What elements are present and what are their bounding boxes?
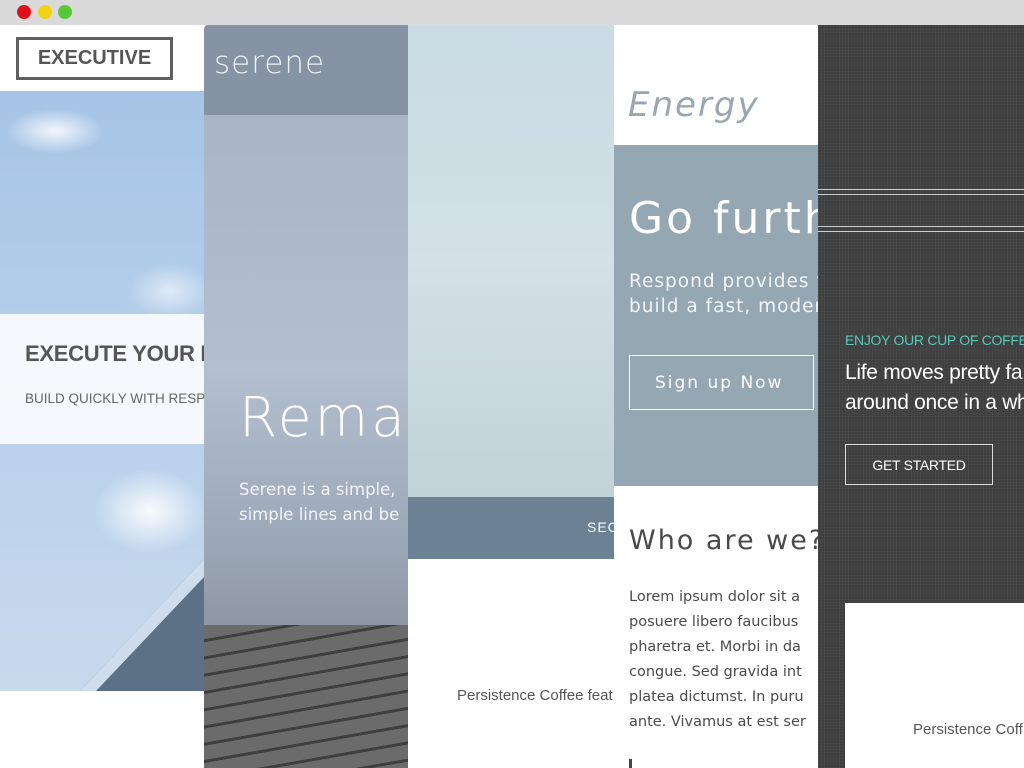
sign-up-button[interactable]: Sign up Now <box>629 355 814 410</box>
executive-subtext: BUILD QUICKLY WITH RESPO <box>25 391 216 406</box>
linen-headline-line: Life moves pretty fa <box>845 361 1023 384</box>
energy-section-title: Who are we? <box>629 525 826 556</box>
linen-content-panel <box>845 603 1024 768</box>
get-started-button[interactable]: GET STARTED <box>845 444 993 485</box>
executive-logo[interactable]: EXECUTIVE <box>16 37 173 80</box>
text-cursor <box>629 759 632 768</box>
serene-logo[interactable]: serene <box>214 45 325 81</box>
maximize-window-button[interactable] <box>58 5 72 19</box>
linen-headline-line: around once in a wh <box>845 391 1024 414</box>
lorem-line: pharetra et. Morbi in da <box>629 639 801 655</box>
sky-hero-image <box>408 25 648 497</box>
lorem-line: ante. Vivamus at est ser <box>629 714 806 730</box>
energy-body-line: build a fast, moder <box>629 296 824 317</box>
lorem-line: platea dictumst. In puru <box>629 689 804 705</box>
sky-caption: Persistence Coffee feat <box>457 687 613 704</box>
serene-body-line: Serene is a simple, <box>239 480 396 499</box>
energy-body-line: Respond provides y <box>629 271 829 292</box>
lorem-line: posuere libero faucibus <box>629 614 799 630</box>
minimize-window-button[interactable] <box>38 5 52 19</box>
energy-lorem: Lorem ipsum dolor sit a posuere libero f… <box>629 585 806 735</box>
divider <box>818 194 1024 195</box>
energy-headline: Go furth <box>629 193 835 244</box>
divider <box>818 226 1024 227</box>
lorem-line: congue. Sed gravida int <box>629 664 802 680</box>
linen-eyebrow: ENJOY OUR CUP OF COFFE <box>845 332 1024 348</box>
theme-card-sky[interactable]: SEC Persistence Coffee feat <box>408 25 648 768</box>
divider <box>818 189 1024 190</box>
divider <box>818 231 1024 232</box>
energy-logo[interactable]: Energy <box>628 85 760 125</box>
window-titlebar <box>0 0 1024 25</box>
theme-card-linen[interactable]: ENJOY OUR CUP OF COFFE Life moves pretty… <box>818 25 1024 768</box>
lorem-line: Lorem ipsum dolor sit a <box>629 589 801 605</box>
close-window-button[interactable] <box>17 5 31 19</box>
linen-caption: Persistence Coff <box>913 721 1023 738</box>
serene-body-line: simple lines and be <box>239 505 400 524</box>
executive-headline: EXECUTE YOUR I <box>25 341 207 366</box>
serene-headline: Rema <box>239 385 408 449</box>
